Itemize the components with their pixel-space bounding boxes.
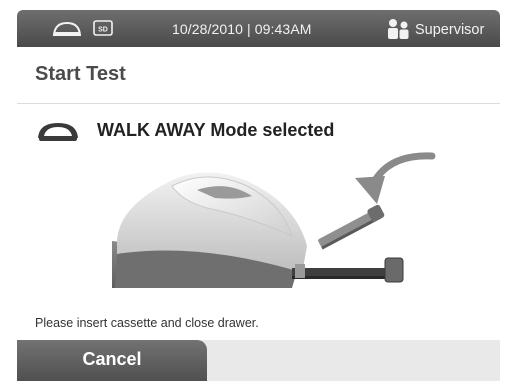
instrument-illustration [87, 146, 447, 311]
mode-status-text: WALK AWAY Mode selected [97, 120, 335, 140]
sd-label: SD [98, 27, 108, 34]
datetime-display: 10/28/2010 | 09:43AM [172, 21, 312, 37]
user-role-label: Supervisor [415, 22, 485, 38]
instruction-text: Please insert cassette and close drawer. [35, 316, 259, 330]
status-bar: SD 10/28/2010 | 09:43AM Supervisor [17, 10, 500, 47]
page-title: Start Test [35, 63, 126, 85]
cancel-button[interactable]: Cancel [17, 340, 207, 381]
footer-bar: Cancel [17, 340, 500, 381]
title-area: Start Test [17, 47, 500, 104]
walk-away-drive-icon [35, 118, 81, 149]
cancel-label: Cancel [82, 349, 142, 369]
drive-icon [52, 19, 82, 44]
content-area: WALK AWAY Mode selected Please insert ca… [17, 104, 500, 340]
device-screen: SD 10/28/2010 | 09:43AM Supervisor Start… [0, 0, 512, 385]
sd-card-icon: SD [93, 20, 113, 41]
user-icon [386, 18, 412, 45]
